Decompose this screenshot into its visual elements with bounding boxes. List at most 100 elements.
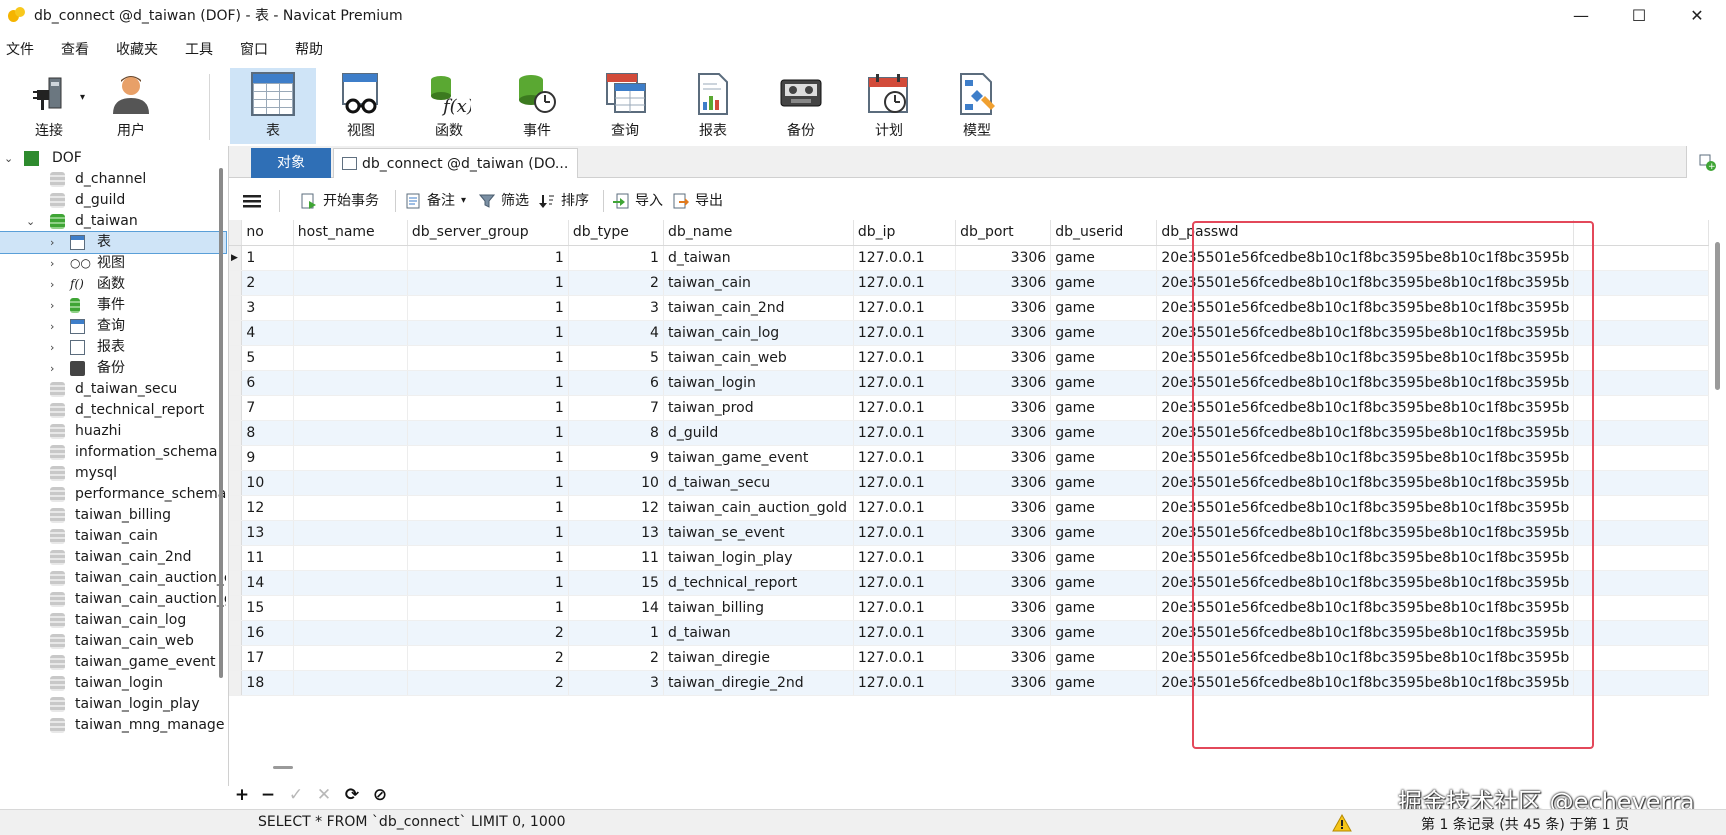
row-marker[interactable] bbox=[229, 420, 243, 446]
table-row[interactable]: 16 2 1 d_taiwan 127.0.0.1 3306 game 20e35501e56… bbox=[229, 620, 1709, 646]
tree-item-db[interactable]: taiwan_billing bbox=[0, 505, 226, 526]
tree-item-reports[interactable]: › 报表 bbox=[0, 337, 226, 358]
tree-item-queries[interactable]: › 查询 bbox=[0, 316, 226, 337]
row-marker[interactable] bbox=[229, 545, 243, 571]
import-button[interactable]: 导入 bbox=[613, 190, 663, 212]
cell-host_name[interactable] bbox=[293, 445, 408, 471]
menu-tools[interactable]: 工具 bbox=[177, 38, 232, 62]
cell-db_port[interactable]: 3306 bbox=[955, 670, 1052, 696]
cell-db_passwd[interactable]: 20e35501e56fcedbe8b10c1f8bc3595be8b10c1f… bbox=[1156, 270, 1575, 296]
cell-db_server_group[interactable]: 1 bbox=[407, 520, 569, 546]
row-marker[interactable] bbox=[229, 495, 243, 521]
cell-no[interactable]: 4 bbox=[241, 320, 294, 346]
tree-item-db[interactable]: taiwan_cain bbox=[0, 526, 226, 547]
report-button[interactable]: 报表 bbox=[670, 68, 756, 144]
cell-db_port[interactable]: 3306 bbox=[955, 245, 1052, 271]
cell-db_passwd[interactable]: 20e35501e56fcedbe8b10c1f8bc3595be8b10c1f… bbox=[1156, 570, 1575, 596]
cell-db_passwd[interactable]: 20e35501e56fcedbe8b10c1f8bc3595be8b10c1f… bbox=[1156, 470, 1575, 496]
cell-db_ip[interactable]: 127.0.0.1 bbox=[853, 645, 957, 671]
row-marker[interactable] bbox=[229, 570, 243, 596]
cell-db_passwd[interactable]: 20e35501e56fcedbe8b10c1f8bc3595be8b10c1f… bbox=[1156, 445, 1575, 471]
cell-db_type[interactable]: 3 bbox=[568, 670, 664, 696]
cell-host_name[interactable] bbox=[293, 570, 408, 596]
cell-db_passwd[interactable]: 20e35501e56fcedbe8b10c1f8bc3595be8b10c1f… bbox=[1156, 545, 1575, 571]
cell-db_userid[interactable]: game bbox=[1050, 595, 1158, 621]
query-button[interactable]: 查询 bbox=[582, 68, 668, 144]
cell-db_ip[interactable]: 127.0.0.1 bbox=[853, 470, 957, 496]
cell-db_passwd[interactable]: 20e35501e56fcedbe8b10c1f8bc3595be8b10c1f… bbox=[1156, 395, 1575, 421]
cell-db_server_group[interactable]: 1 bbox=[407, 470, 569, 496]
cell-db_port[interactable]: 3306 bbox=[955, 270, 1052, 296]
cell-db_port[interactable]: 3306 bbox=[955, 470, 1052, 496]
cell-db_userid[interactable]: game bbox=[1050, 570, 1158, 596]
refresh-button[interactable]: ⟳ bbox=[341, 784, 363, 806]
chevron-right-icon[interactable]: › bbox=[50, 274, 54, 295]
cell-db_port[interactable]: 3306 bbox=[955, 345, 1052, 371]
cell-host_name[interactable] bbox=[293, 420, 408, 446]
tree-item-functions[interactable]: › f() 函数 bbox=[0, 274, 226, 295]
cell-db_userid[interactable]: game bbox=[1050, 495, 1158, 521]
filter-button[interactable]: 筛选 bbox=[478, 190, 529, 212]
cell-host_name[interactable] bbox=[293, 520, 408, 546]
cell-db_server_group[interactable]: 1 bbox=[407, 420, 569, 446]
row-marker[interactable] bbox=[229, 445, 243, 471]
cell-db_userid[interactable]: game bbox=[1050, 520, 1158, 546]
cell-no[interactable]: 6 bbox=[241, 370, 294, 396]
cell-db_server_group[interactable]: 1 bbox=[407, 445, 569, 471]
cell-db_passwd[interactable]: 20e35501e56fcedbe8b10c1f8bc3595be8b10c1f… bbox=[1156, 245, 1575, 271]
cell-db_userid[interactable]: game bbox=[1050, 620, 1158, 646]
chevron-right-icon[interactable]: › bbox=[50, 337, 54, 358]
tree-item-db[interactable]: d_technical_report bbox=[0, 400, 226, 421]
table-row[interactable]: 11 1 11 taiwan_login_play 127.0.0.1 3306 game 2… bbox=[229, 545, 1709, 571]
tree-item-db[interactable]: huazhi bbox=[0, 421, 226, 442]
cell-host_name[interactable] bbox=[293, 595, 408, 621]
cell-db_port[interactable]: 3306 bbox=[955, 395, 1052, 421]
cell-db_type[interactable]: 8 bbox=[568, 420, 664, 446]
tree-item-backups[interactable]: › 备份 bbox=[0, 358, 226, 379]
table-row[interactable]: 15 1 14 taiwan_billing 127.0.0.1 3306 game 20e3… bbox=[229, 595, 1709, 621]
cell-db_name[interactable]: taiwan_game_event bbox=[663, 445, 854, 471]
cell-db_type[interactable]: 2 bbox=[568, 645, 664, 671]
model-button[interactable]: 模型 bbox=[934, 68, 1020, 144]
cell-db_passwd[interactable]: 20e35501e56fcedbe8b10c1f8bc3595be8b10c1f… bbox=[1156, 595, 1575, 621]
cell-db_type[interactable]: 3 bbox=[568, 295, 664, 321]
cell-db_passwd[interactable]: 20e35501e56fcedbe8b10c1f8bc3595be8b10c1f… bbox=[1156, 495, 1575, 521]
cell-db_ip[interactable]: 127.0.0.1 bbox=[853, 520, 957, 546]
cell-db_port[interactable]: 3306 bbox=[955, 545, 1052, 571]
table-row[interactable]: 8 1 8 d_guild 127.0.0.1 3306 game 20e35501e56fc… bbox=[229, 420, 1709, 446]
menu-help[interactable]: 帮助 bbox=[287, 38, 342, 62]
cell-db_name[interactable]: taiwan_prod bbox=[663, 395, 854, 421]
tree-item-db[interactable]: taiwan_cain_web bbox=[0, 631, 226, 652]
cell-db_name[interactable]: taiwan_cain bbox=[663, 270, 854, 296]
tree-item-d-taiwan[interactable]: ⌄ d_taiwan bbox=[0, 211, 226, 232]
tree-item-db[interactable]: taiwan_cain_log bbox=[0, 610, 226, 631]
cell-db_passwd[interactable]: 20e35501e56fcedbe8b10c1f8bc3595be8b10c1f… bbox=[1156, 520, 1575, 546]
cell-no[interactable]: 18 bbox=[241, 670, 294, 696]
table-row[interactable]: 10 1 10 d_taiwan_secu 127.0.0.1 3306 game 20e35… bbox=[229, 470, 1709, 496]
cell-db_name[interactable]: taiwan_cain_log bbox=[663, 320, 854, 346]
table-row[interactable]: 3 1 3 taiwan_cain_2nd 127.0.0.1 3306 game 20e35… bbox=[229, 295, 1709, 321]
cell-db_type[interactable]: 7 bbox=[568, 395, 664, 421]
menu-window[interactable]: 窗口 bbox=[232, 38, 287, 62]
chevron-right-icon[interactable]: › bbox=[50, 295, 54, 316]
cell-db_passwd[interactable]: 20e35501e56fcedbe8b10c1f8bc3595be8b10c1f… bbox=[1156, 645, 1575, 671]
cell-db_port[interactable]: 3306 bbox=[955, 620, 1052, 646]
cell-db_ip[interactable]: 127.0.0.1 bbox=[853, 570, 957, 596]
cell-db_server_group[interactable]: 1 bbox=[407, 270, 569, 296]
cell-db_ip[interactable]: 127.0.0.1 bbox=[853, 670, 957, 696]
cell-db_name[interactable]: d_taiwan_secu bbox=[663, 470, 854, 496]
chevron-right-icon[interactable]: › bbox=[50, 358, 54, 379]
tab-db-connect[interactable]: db_connect @d_taiwan (DO... bbox=[333, 148, 578, 178]
menu-icon[interactable] bbox=[243, 190, 261, 212]
row-marker[interactable] bbox=[229, 470, 243, 496]
tree-item-db[interactable]: taiwan_mng_manage bbox=[0, 715, 226, 736]
cell-db_ip[interactable]: 127.0.0.1 bbox=[853, 620, 957, 646]
cell-db_name[interactable]: taiwan_diregie bbox=[663, 645, 854, 671]
table-row[interactable]: 12 1 12 taiwan_cain_auction_gold 127.0.0.1 33… bbox=[229, 495, 1709, 521]
note-dropdown-icon[interactable]: ▾ bbox=[461, 190, 466, 212]
chevron-down-icon[interactable]: ⌄ bbox=[4, 148, 13, 169]
row-marker[interactable] bbox=[229, 320, 243, 346]
cell-db_port[interactable]: 3306 bbox=[955, 370, 1052, 396]
cell-db_passwd[interactable]: 20e35501e56fcedbe8b10c1f8bc3595be8b10c1f… bbox=[1156, 420, 1575, 446]
cell-db_port[interactable]: 3306 bbox=[955, 595, 1052, 621]
